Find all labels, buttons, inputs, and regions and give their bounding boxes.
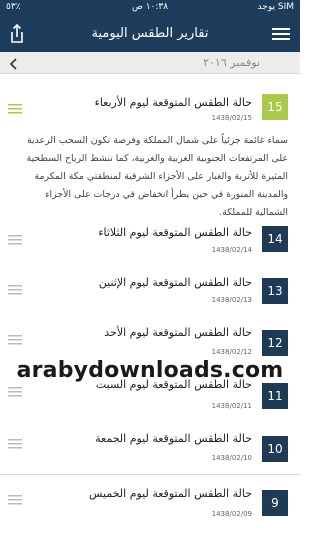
previous-month-button[interactable] [8,56,20,70]
report-item-monday[interactable]: حالة الطقس المتوقعة ليوم الإثنين 1438/02… [0,270,300,321]
report-item-tuesday[interactable]: حالة الطقس المتوقعة ليوم الثلاثاء 1438/0… [0,220,300,271]
report-date: 1438/02/10 [211,454,252,462]
status-time: ١٠:٣٨ ص [131,2,169,12]
report-date: 1438/02/09 [211,510,252,518]
report-date: 1438/02/12 [211,348,252,356]
report-title: حالة الطقس المتوقعة ليوم الخميس [88,487,252,500]
page-title: تقارير الطقس اليومية [91,26,209,41]
day-badge: 12 [262,330,288,356]
watermark: arabydownloads.com [16,358,284,383]
day-badge: 9 [262,490,288,516]
day-badge: 14 [262,226,288,252]
carrier-label: يوجد SIM [257,2,294,12]
report-item-thursday[interactable]: حالة الطقس المتوقعة ليوم الخميس 1438/02/… [0,476,300,534]
list-icon [8,235,22,245]
report-title: حالة الطقس المتوقعة ليوم الثلاثاء [98,226,252,239]
report-date: 1438/02/14 [211,246,252,254]
chevron-left-icon [9,58,17,70]
day-badge: 15 [262,94,288,120]
list-icon [8,495,22,505]
list-icon [8,387,22,397]
report-date: 1438/02/15 [211,114,252,122]
list-icon [8,335,22,345]
list-icon [8,104,22,114]
day-badge: 11 [262,383,288,409]
status-bar: ٥٣٪ ١٠:٣٨ ص يوجد SIM [0,0,300,16]
day-badge: 13 [262,278,288,304]
list-icon [8,439,22,449]
report-title: حالة الطقس المتوقعة ليوم الأحد [104,326,252,339]
report-title: حالة الطقس المتوقعة ليوم الجمعة [95,432,252,445]
report-title: حالة الطقس المتوقعة ليوم الإثنين [98,276,252,289]
hamburger-menu-icon [272,28,290,40]
report-date: 1438/02/13 [211,296,252,304]
app-header: تقارير الطقس اليومية [0,16,300,52]
month-navigation: نوفمبر ٢٠١٦ [0,52,300,74]
report-date: 1438/02/11 [211,402,252,410]
report-description: سماء غائمة جزئياً على شمال المملكة وفرصة… [26,135,288,218]
report-title: حالة الطقس المتوقعة ليوم الأربعاء [94,96,252,109]
month-label: نوفمبر ٢٠١٦ [203,56,260,69]
menu-button[interactable] [270,23,292,45]
report-item-friday[interactable]: حالة الطقس المتوقعة ليوم الجمعة 1438/02/… [0,424,300,475]
list-icon [8,285,22,295]
day-badge: 10 [262,436,288,462]
